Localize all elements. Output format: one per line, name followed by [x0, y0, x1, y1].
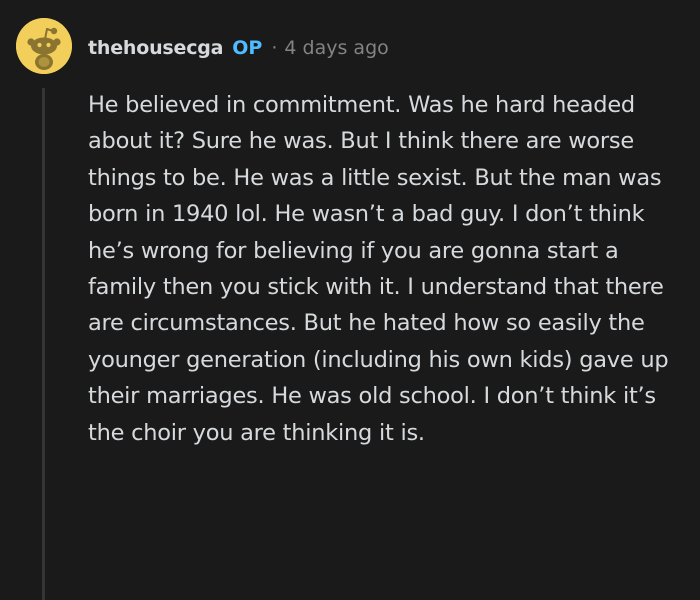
meta-separator: · [271, 37, 278, 59]
thread-collapse-line[interactable] [42, 88, 45, 600]
user-avatar[interactable] [16, 18, 72, 74]
comment-header: thehousecga OP · 4 days ago [88, 32, 389, 64]
op-badge: OP [232, 37, 263, 59]
reddit-snoo-icon [16, 18, 72, 74]
username-link[interactable]: thehousecga [88, 37, 223, 59]
comment: thehousecga OP · 4 days ago He believed … [0, 0, 700, 600]
comment-timestamp[interactable]: 4 days ago [284, 37, 388, 59]
comment-body: He believed in commitment. Was he hard h… [88, 92, 669, 446]
